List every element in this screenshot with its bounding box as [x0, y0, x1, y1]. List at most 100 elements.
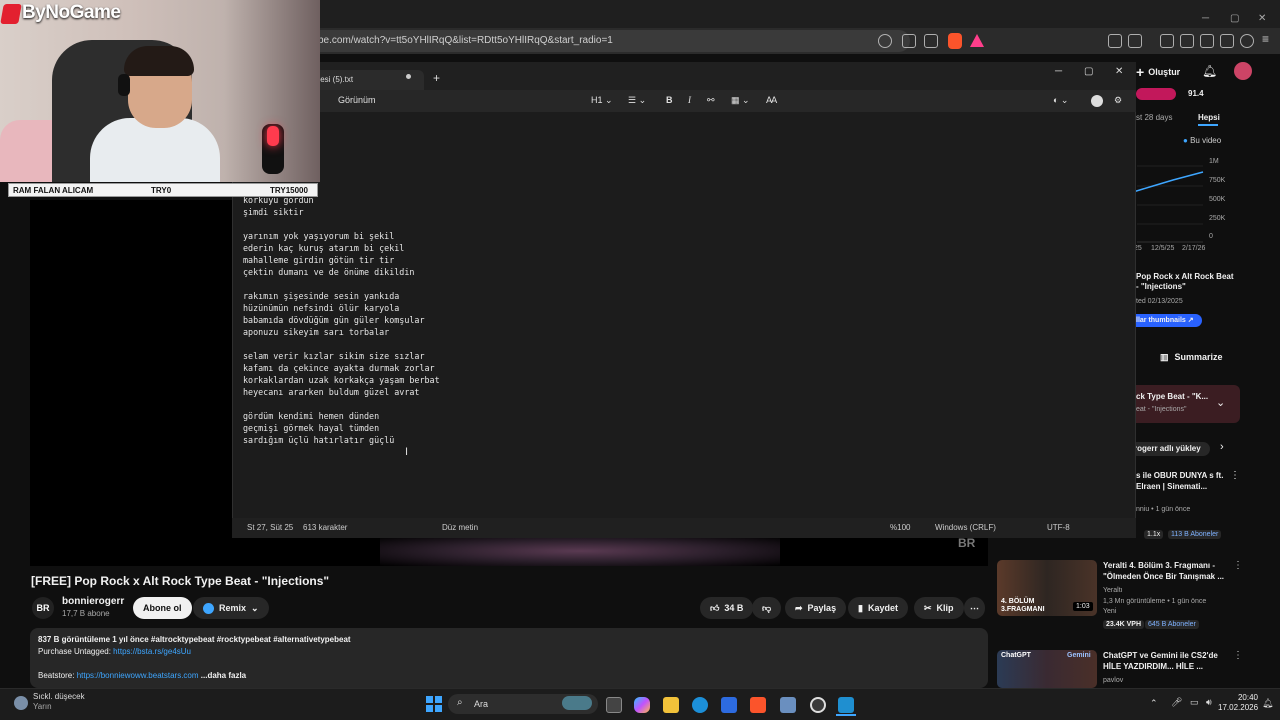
weather-widget[interactable]: Sıckl. düşecek Yarın [33, 692, 85, 712]
editor-line[interactable]: kafamı da çekince ayakta durmak zorlar [243, 362, 843, 374]
bold-icon[interactable]: B [666, 95, 673, 105]
task-view-icon[interactable] [606, 697, 622, 713]
sidebar-icon[interactable] [1180, 34, 1194, 48]
file-explorer-icon[interactable] [663, 697, 679, 713]
editor-line[interactable]: gördüm kendimi hemen dünden [243, 410, 843, 422]
editor-line[interactable]: aponuzu sikeyim sarı torbalar [243, 326, 843, 338]
editor-line[interactable]: çektin dumanı ve de önüme dikildin [243, 266, 843, 278]
more-icon[interactable]: ⋮ [1233, 650, 1243, 661]
menu-view[interactable]: Görünüm [338, 95, 376, 105]
status-line-ending[interactable]: Windows (CRLF) [935, 523, 996, 532]
create-button[interactable]: + Oluştur [1136, 62, 1246, 82]
editor-line[interactable]: korkaklardan uzak korkakça yaşam berbat [243, 374, 843, 386]
more-icon[interactable]: ⋮ [1233, 560, 1243, 571]
brave-rewards-icon[interactable] [970, 34, 984, 47]
editor-line[interactable] [243, 338, 843, 350]
list-icon[interactable]: ☰ ⌄ [628, 95, 646, 106]
maximize-icon[interactable]: ▢ [1084, 66, 1093, 77]
table-icon[interactable]: ▦ ⌄ [731, 95, 750, 106]
editor-line[interactable]: mahalleme girdin götün tir tir [243, 254, 843, 266]
maximize-icon[interactable]: ▢ [1230, 13, 1239, 24]
notepad-taskbar-icon[interactable] [838, 697, 854, 713]
subscribe-button[interactable]: Abone ol [133, 597, 192, 619]
new-tab-icon[interactable]: + [433, 71, 440, 85]
account-icon[interactable] [1091, 95, 1103, 107]
edge-icon[interactable] [692, 697, 708, 713]
cast-icon[interactable] [902, 34, 916, 48]
purchase-link[interactable]: https://bsta.rs/ge4sUu [113, 647, 191, 656]
taskbar-clock[interactable]: 20:40 17.02.2026 [1218, 693, 1258, 713]
microphone-icon[interactable]: 🎤︎ [1171, 697, 1182, 708]
editor-line[interactable]: geçmişi görmek hayal tümden [243, 422, 843, 434]
editor-line[interactable]: şimdi siktir [243, 206, 843, 218]
windows-start-icon[interactable] [426, 696, 442, 712]
volume-icon[interactable]: 🔊︎ [1206, 697, 1212, 708]
notifications-icon[interactable]: 🔔︎ [1202, 64, 1217, 78]
recommendation-item[interactable]: 4. BÖLÜM 3.FRAGMANI 1:03 Yeralti 4. Bölü… [997, 560, 1247, 630]
editor-line[interactable] [243, 398, 843, 410]
editor-line[interactable]: babamıda dövdüğüm gün güler komşular [243, 314, 843, 326]
status-format[interactable]: Düz metin [442, 523, 478, 532]
dislike-button[interactable]: 👎︎ [752, 597, 782, 619]
vpn-icon[interactable] [1240, 34, 1254, 48]
avatar[interactable] [1234, 62, 1252, 80]
weather-icon[interactable] [14, 696, 28, 710]
search-icon[interactable] [878, 34, 892, 48]
italic-icon[interactable]: I [688, 95, 691, 105]
range-label[interactable]: st 28 days [1136, 113, 1172, 122]
summarize-button[interactable]: ▥ Summarize [1160, 352, 1223, 363]
brave-icon[interactable] [750, 697, 766, 713]
media-icon[interactable] [1160, 34, 1174, 48]
thumbnails-button[interactable]: llar thumbnails ↗ [1130, 314, 1202, 327]
unsaved-dot-icon[interactable] [406, 74, 411, 79]
network-icon[interactable]: ▭ [1190, 697, 1199, 708]
chevron-up-icon[interactable]: ⌃ [1150, 698, 1158, 709]
editor-line[interactable] [243, 218, 843, 230]
editor-line[interactable]: korkuyu gördün [243, 194, 843, 206]
clear-format-icon[interactable]: Ꜳ [766, 95, 777, 106]
editor-line[interactable] [243, 278, 843, 290]
beatstore-link[interactable]: https://bonniewoww.beatstars.com [77, 671, 199, 680]
editor-line[interactable]: ederin kaç kuruş atarım bi çekil [243, 242, 843, 254]
copilot-icon[interactable]: ◐ ⌄ [1053, 95, 1068, 106]
more-actions-button[interactable]: ⋯ [964, 597, 985, 619]
save-button[interactable]: ▮ Kaydet [848, 597, 908, 619]
app-icon[interactable] [780, 697, 796, 713]
video-description[interactable]: 837 B görüntüleme 1 yıl önce #altrocktyp… [30, 628, 988, 688]
extensions-icon[interactable] [1108, 34, 1122, 48]
download-icon[interactable] [1220, 34, 1234, 48]
settings-icon[interactable]: ⚙ [1114, 95, 1122, 106]
like-button[interactable]: 👍︎ 34 B [700, 597, 754, 619]
editor-line[interactable]: yarınım yok yaşıyorum bi şekil [243, 230, 843, 242]
editor-line[interactable]: rakımın şişesinde sesin yankıda [243, 290, 843, 302]
recommendation-item[interactable]: ChatGPT Gemini ChatGPT ve Gemini ile CS2… [997, 650, 1247, 690]
brave-shield-icon[interactable] [948, 33, 962, 49]
close-icon[interactable]: ✕ [1115, 66, 1123, 77]
link-icon[interactable]: ⚯ [707, 95, 715, 106]
chevron-down-icon[interactable]: ⌄ [1216, 396, 1225, 409]
rec-title[interactable]: s ile OBUR DUNYA s ft. Elraen | Sinemati… [1136, 470, 1231, 492]
more-icon[interactable]: ⋮ [1230, 470, 1240, 481]
address-bar[interactable]: be.com/watch?v=tt5oYHlIRqQ&list=RDtt5oYH… [300, 30, 910, 52]
minimize-icon[interactable]: ─ [1202, 13, 1209, 24]
store-icon[interactable] [721, 697, 737, 713]
all-tab[interactable]: Hepsi [1198, 113, 1220, 122]
copilot-icon[interactable] [634, 697, 650, 713]
notification-bell-icon[interactable]: 🔔︎ [1262, 698, 1273, 709]
editor-line[interactable]: heyecanı ararken buldum güzel avrat [243, 386, 843, 398]
close-icon[interactable]: ✕ [1258, 13, 1266, 24]
share-icon[interactable] [924, 34, 938, 48]
channel-name[interactable]: bonnierogerr [62, 596, 124, 607]
clip-button[interactable]: ✂ Klip [914, 597, 964, 619]
menu-icon[interactable]: ≡ [1262, 32, 1269, 46]
heading-select[interactable]: H1 ⌄ [591, 95, 613, 106]
share-button[interactable]: ➦ Paylaş [785, 597, 847, 619]
wallet-icon[interactable] [1200, 34, 1214, 48]
chip-uploads[interactable]: rogerr adlı yükley [1130, 442, 1210, 456]
editor-line[interactable]: selam verir kızlar sikim size sızlar [243, 350, 843, 362]
show-more-link[interactable]: ...daha fazla [201, 671, 246, 680]
minimize-icon[interactable]: ─ [1055, 66, 1062, 77]
tabs-icon[interactable] [1128, 34, 1142, 48]
status-zoom[interactable]: %100 [890, 523, 910, 532]
notepad-editor[interactable]: korkuyu gördün şimdi siktir yarınım yok ya… [243, 194, 843, 446]
